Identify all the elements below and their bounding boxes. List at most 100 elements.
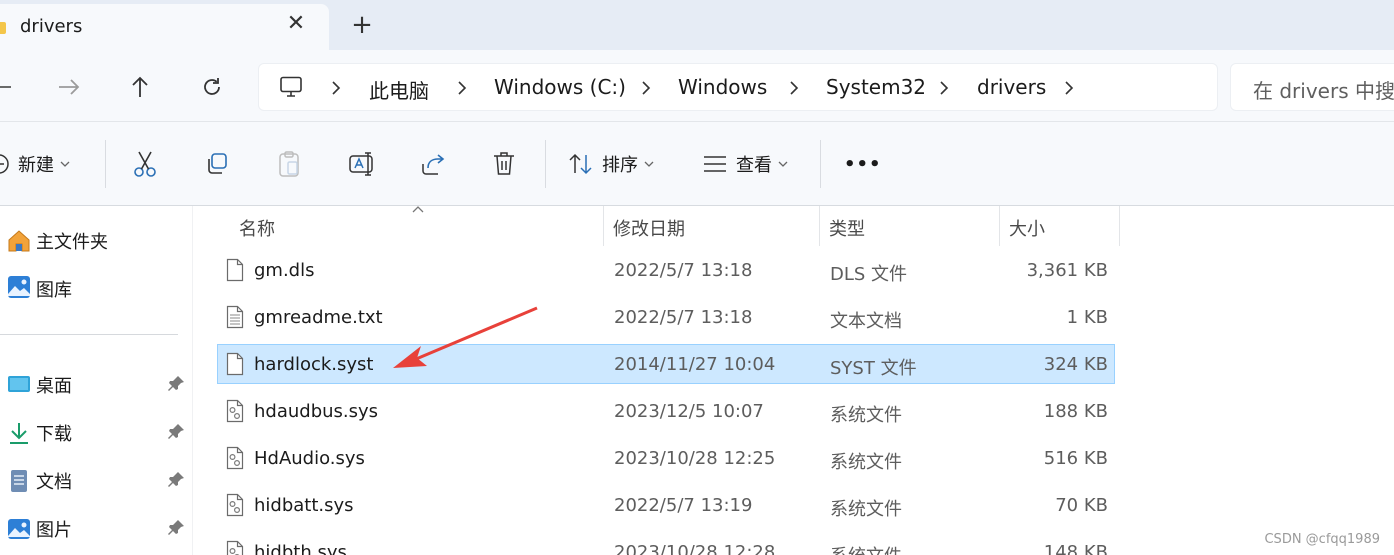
sidebar-item-home[interactable]: 主文件夹 bbox=[0, 222, 190, 256]
search-box[interactable]: 在 drivers 中搜索 bbox=[1230, 63, 1394, 111]
file-type: 文本文档 bbox=[830, 311, 902, 332]
file-type: 系统文件 bbox=[830, 499, 902, 520]
clipboard-icon bbox=[279, 151, 299, 177]
delete-button[interactable] bbox=[492, 148, 516, 180]
sidebar-item-downloads[interactable]: 下载 bbox=[0, 414, 190, 448]
navigation-bar: 此电脑 Windows (C:) Windows System32 driver… bbox=[0, 50, 1394, 122]
tab-title: drivers bbox=[20, 16, 83, 37]
sidebar-label-pictures: 图片 bbox=[36, 520, 72, 541]
sidebar-label-gallery: 图库 bbox=[36, 280, 72, 301]
column-header-name[interactable]: 名称 bbox=[229, 206, 603, 246]
copy-button[interactable] bbox=[204, 148, 230, 180]
pin-icon[interactable] bbox=[168, 518, 186, 536]
file-row[interactable]: hardlock.syst 2014/11/27 10:04 SYST 文件 324 … bbox=[217, 344, 1115, 384]
new-button[interactable]: 新建 bbox=[0, 148, 70, 180]
home-icon bbox=[8, 230, 30, 252]
chevron-right-icon[interactable] bbox=[937, 80, 951, 96]
file-row[interactable]: hidbth.sys 2023/10/28 12:28 系统文件 148 KB bbox=[217, 532, 1115, 555]
chevron-right-icon[interactable] bbox=[787, 80, 801, 96]
file-type: 系统文件 bbox=[830, 542, 902, 555]
close-tab-icon[interactable]: ✕ bbox=[284, 13, 308, 37]
up-arrow-icon bbox=[132, 76, 148, 97]
file-type: SYST 文件 bbox=[830, 358, 917, 379]
new-tab-button[interactable]: + bbox=[348, 12, 376, 40]
cut-button[interactable] bbox=[132, 148, 158, 180]
share-button[interactable] bbox=[420, 148, 446, 180]
sidebar-item-documents[interactable]: 文档 bbox=[0, 462, 190, 496]
file-size: 70 KB bbox=[1055, 495, 1108, 516]
text-file-icon bbox=[226, 305, 244, 329]
file-list: 名称 修改日期 类型 大小 gm.dls 2022/5/7 13:18 DLS 文件… bbox=[193, 206, 1394, 555]
file-size: 516 KB bbox=[1043, 448, 1108, 469]
list-view-icon bbox=[704, 156, 726, 172]
file-date: 2023/12/5 10:07 bbox=[614, 401, 764, 422]
breadcrumb-drivers[interactable]: drivers bbox=[977, 75, 1046, 99]
download-icon bbox=[10, 423, 28, 444]
search-placeholder: 在 drivers 中搜索 bbox=[1253, 79, 1394, 103]
sort-icon bbox=[569, 153, 592, 175]
file-size: 1 KB bbox=[1066, 307, 1108, 328]
pin-icon[interactable] bbox=[168, 374, 186, 392]
file-row[interactable]: gm.dls 2022/5/7 13:18 DLS 文件 3,361 KB bbox=[217, 250, 1115, 290]
file-row[interactable]: hdaudbus.sys 2023/12/5 10:07 系统文件 188 KB bbox=[217, 391, 1115, 431]
watermark: CSDN @cfqq1989 bbox=[1264, 532, 1380, 547]
column-header-type[interactable]: 类型 bbox=[819, 206, 999, 246]
pin-icon[interactable] bbox=[168, 422, 186, 440]
sidebar-item-pictures[interactable]: 图片 bbox=[0, 510, 190, 544]
file-name: gmreadme.txt bbox=[254, 307, 383, 328]
sidebar-item-gallery[interactable]: 图库 bbox=[0, 270, 190, 304]
sort-label: 排序 bbox=[602, 155, 638, 176]
column-header-size[interactable]: 大小 bbox=[999, 206, 1119, 246]
refresh-icon bbox=[204, 78, 220, 95]
chevron-right-icon[interactable] bbox=[639, 80, 653, 96]
column-header-type-label: 类型 bbox=[829, 219, 865, 240]
pin-icon[interactable] bbox=[168, 470, 186, 488]
tab-strip: drivers ✕ + bbox=[0, 0, 1394, 50]
breadcrumb-windows[interactable]: Windows bbox=[678, 75, 767, 99]
file-date: 2022/5/7 13:19 bbox=[614, 495, 753, 516]
file-name: hidbth.sys bbox=[254, 542, 347, 555]
sidebar-label-downloads: 下载 bbox=[36, 424, 72, 445]
address-bar[interactable]: 此电脑 Windows (C:) Windows System32 driver… bbox=[258, 63, 1218, 111]
file-size: 3,361 KB bbox=[1026, 260, 1108, 281]
navigation-pane: 主文件夹 图库 桌面 下载 文档 图片 bbox=[0, 206, 193, 555]
refresh-button[interactable] bbox=[197, 72, 227, 102]
documents-icon bbox=[11, 470, 27, 492]
chevron-down-icon bbox=[60, 161, 70, 167]
tab-drivers[interactable]: drivers ✕ bbox=[0, 4, 329, 50]
blank-file-icon bbox=[226, 258, 244, 282]
file-type: DLS 文件 bbox=[830, 264, 908, 285]
file-size: 324 KB bbox=[1043, 354, 1108, 375]
breadcrumb-this-pc[interactable]: 此电脑 bbox=[369, 75, 429, 104]
paste-button[interactable] bbox=[276, 148, 302, 180]
breadcrumb-system32[interactable]: System32 bbox=[826, 75, 926, 99]
file-row[interactable]: gmreadme.txt 2022/5/7 13:18 文本文档 1 KB bbox=[217, 297, 1115, 337]
file-name: gm.dls bbox=[254, 260, 315, 281]
column-header-date-label: 修改日期 bbox=[613, 219, 685, 240]
sidebar-label-desktop: 桌面 bbox=[36, 376, 72, 397]
column-header-date[interactable]: 修改日期 bbox=[603, 206, 819, 246]
file-name: HdAudio.sys bbox=[254, 448, 365, 469]
trash-icon bbox=[494, 152, 514, 175]
chevron-right-icon[interactable] bbox=[329, 80, 343, 96]
up-button[interactable] bbox=[125, 72, 155, 102]
column-header-size-label: 大小 bbox=[1009, 219, 1045, 240]
back-button[interactable] bbox=[0, 72, 16, 102]
chevron-right-icon[interactable] bbox=[455, 80, 469, 96]
file-row[interactable]: HdAudio.sys 2023/10/28 12:25 系统文件 516 KB bbox=[217, 438, 1115, 478]
forward-button[interactable] bbox=[54, 72, 84, 102]
sidebar-item-desktop[interactable]: 桌面 bbox=[0, 366, 190, 400]
column-resize-handle[interactable] bbox=[1119, 206, 1120, 246]
breadcrumb-windows-c[interactable]: Windows (C:) bbox=[494, 75, 626, 99]
more-options-button[interactable]: ••• bbox=[844, 148, 882, 180]
view-label: 查看 bbox=[736, 155, 772, 176]
file-size: 188 KB bbox=[1043, 401, 1108, 422]
view-button[interactable]: 查看 bbox=[702, 148, 788, 180]
scissors-icon bbox=[134, 151, 156, 177]
copy-icon bbox=[208, 153, 227, 174]
file-row[interactable]: hidbatt.sys 2022/5/7 13:19 系统文件 70 KB bbox=[217, 485, 1115, 525]
file-date: 2022/5/7 13:18 bbox=[614, 307, 753, 328]
rename-button[interactable] bbox=[348, 148, 376, 180]
chevron-right-icon[interactable] bbox=[1062, 80, 1076, 96]
sort-button[interactable]: 排序 bbox=[568, 148, 654, 180]
